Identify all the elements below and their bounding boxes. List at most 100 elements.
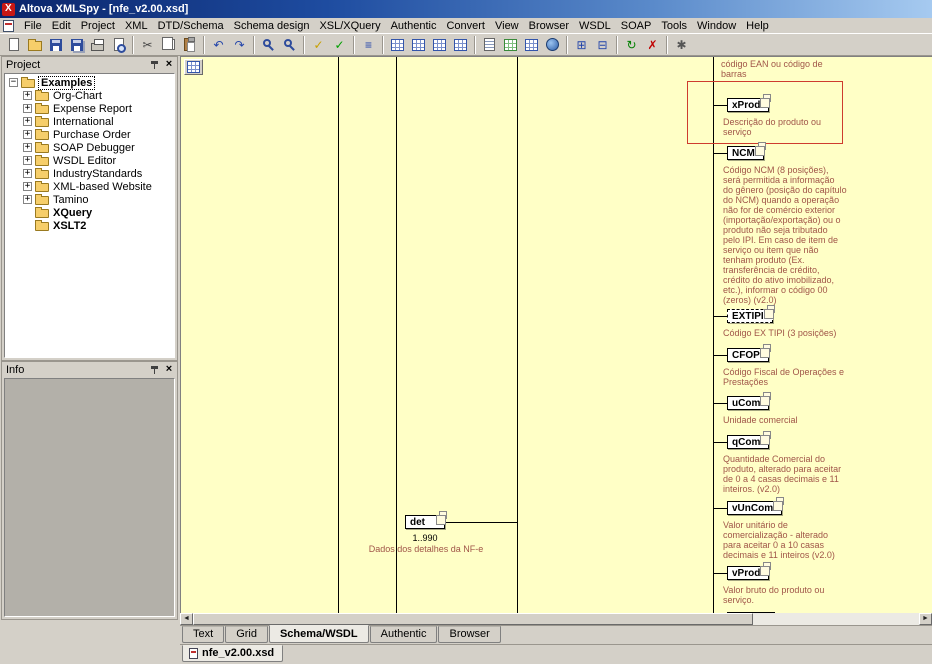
validate-button[interactable]: ✓ bbox=[329, 35, 350, 54]
pin-icon[interactable] bbox=[149, 59, 161, 71]
menu-file[interactable]: File bbox=[19, 19, 47, 33]
menu-authentic[interactable]: Authentic bbox=[386, 19, 442, 33]
text-view-button[interactable] bbox=[479, 35, 500, 54]
schema-element-vuncom[interactable]: vUnCom bbox=[727, 501, 782, 515]
menu-window[interactable]: Window bbox=[692, 19, 741, 33]
menu-help[interactable]: Help bbox=[741, 19, 774, 33]
save-all-button[interactable] bbox=[66, 35, 87, 54]
tree-item-industrystandards[interactable]: +IndustryStandards bbox=[5, 167, 174, 180]
schema-element-cfop[interactable]: CFOP bbox=[727, 348, 769, 362]
tab-grid[interactable]: Grid bbox=[225, 626, 268, 643]
document-icon[interactable] bbox=[3, 20, 14, 32]
tree-item-purchase-order[interactable]: +Purchase Order bbox=[5, 128, 174, 141]
expand-toggle-icon[interactable]: + bbox=[23, 104, 32, 113]
insert-row-button[interactable] bbox=[408, 35, 429, 54]
schema-element-qcom[interactable]: qCom bbox=[727, 435, 769, 449]
paste-button[interactable] bbox=[179, 35, 200, 54]
menu-project[interactable]: Project bbox=[76, 19, 120, 33]
tree-item-wsdl-editor[interactable]: +WSDL Editor bbox=[5, 154, 174, 167]
refresh-button[interactable]: ↻ bbox=[621, 35, 642, 54]
expand-toggle-icon[interactable]: + bbox=[23, 195, 32, 204]
schema-element-ncm[interactable]: NCM bbox=[727, 146, 764, 160]
print-button[interactable] bbox=[87, 35, 108, 54]
schema-design-view-button[interactable] bbox=[521, 35, 542, 54]
menu-edit[interactable]: Edit bbox=[47, 19, 76, 33]
close-icon[interactable] bbox=[163, 59, 175, 71]
schema-element-extipi[interactable]: EXTIPI bbox=[727, 309, 773, 323]
undo-button[interactable]: ↶ bbox=[208, 35, 229, 54]
tab-browser[interactable]: Browser bbox=[438, 626, 500, 643]
tree-item-expense-report[interactable]: +Expense Report bbox=[5, 102, 174, 115]
pretty-print-button[interactable]: ≡ bbox=[358, 35, 379, 54]
menu-wsdl[interactable]: WSDL bbox=[574, 19, 616, 33]
tree-item-org-chart[interactable]: +Org-Chart bbox=[5, 89, 174, 102]
new-document-button[interactable] bbox=[3, 35, 24, 54]
find-next-button[interactable] bbox=[279, 35, 300, 54]
schema-element-xprod[interactable]: xProd bbox=[727, 98, 769, 112]
expand-toggle-icon[interactable]: + bbox=[23, 91, 32, 100]
tree-item-soap-debugger[interactable]: +SOAP Debugger bbox=[5, 141, 174, 154]
scroll-right-arrow-icon[interactable]: ► bbox=[919, 613, 932, 625]
stop-load-button[interactable]: ✗ bbox=[642, 35, 663, 54]
file-tab-nfe-v2-00-xsd[interactable]: nfe_v2.00.xsd bbox=[182, 645, 283, 662]
menu-browser[interactable]: Browser bbox=[524, 19, 574, 33]
find-next-icon bbox=[284, 39, 292, 47]
menu-schema-design[interactable]: Schema design bbox=[229, 19, 315, 33]
expand-toggle-icon[interactable]: + bbox=[23, 143, 32, 152]
stop-load-icon: ✗ bbox=[647, 39, 657, 51]
tree-item-xslt2[interactable]: XSLT2 bbox=[5, 219, 174, 232]
insert-column-button[interactable] bbox=[429, 35, 450, 54]
open-file-button[interactable] bbox=[24, 35, 45, 54]
menu-soap[interactable]: SOAP bbox=[616, 19, 657, 33]
menu-xml[interactable]: XML bbox=[120, 19, 153, 33]
pin-icon[interactable] bbox=[149, 364, 161, 376]
check-well-formed-button[interactable]: ✓ bbox=[308, 35, 329, 54]
expand-toggle-icon[interactable]: + bbox=[23, 117, 32, 126]
scroll-left-arrow-icon[interactable]: ◄ bbox=[180, 613, 193, 625]
expand-toggle-icon[interactable]: + bbox=[23, 130, 32, 139]
tab-authentic[interactable]: Authentic bbox=[370, 626, 438, 643]
schema-element-ucom[interactable]: uCom bbox=[727, 396, 769, 410]
tree-item-xquery[interactable]: XQuery bbox=[5, 206, 174, 219]
expand-toggle-icon[interactable]: − bbox=[9, 78, 18, 87]
schema-element-det[interactable]: det bbox=[405, 515, 445, 529]
schema-element-vprod[interactable]: vProd bbox=[727, 566, 769, 580]
cut-button[interactable]: ✂ bbox=[137, 35, 158, 54]
tree-item-xml-based-website[interactable]: +XML-based Website bbox=[5, 180, 174, 193]
collapse-all-button[interactable]: ⊟ bbox=[592, 35, 613, 54]
scrollbar-thumb[interactable] bbox=[193, 613, 753, 625]
expand-toggle-icon[interactable]: + bbox=[23, 169, 32, 178]
expand-all-button[interactable]: ⊞ bbox=[571, 35, 592, 54]
show-globals-button[interactable] bbox=[184, 59, 203, 75]
menu-dtd-schema[interactable]: DTD/Schema bbox=[153, 19, 229, 33]
browser-view-icon bbox=[546, 38, 559, 51]
close-icon[interactable] bbox=[163, 364, 175, 376]
browser-view-button[interactable] bbox=[542, 35, 563, 54]
tree-item-label: Tamino bbox=[53, 194, 88, 206]
connector-line bbox=[713, 442, 727, 443]
schema-design-canvas[interactable]: código EAN ou código de barras det 1..99… bbox=[180, 56, 932, 613]
tree-item-examples[interactable]: −Examples bbox=[5, 76, 174, 89]
menu-xsl-xquery[interactable]: XSL/XQuery bbox=[314, 19, 385, 33]
find-button[interactable] bbox=[258, 35, 279, 54]
print-preview-button[interactable] bbox=[108, 35, 129, 54]
tree-item-international[interactable]: +International bbox=[5, 115, 174, 128]
menu-view[interactable]: View bbox=[490, 19, 524, 33]
display-as-table-button[interactable] bbox=[450, 35, 471, 54]
app-logo-icon[interactable] bbox=[2, 3, 15, 16]
tree-item-tamino[interactable]: + Tamino bbox=[5, 193, 174, 206]
xml-table-view-button[interactable] bbox=[387, 35, 408, 54]
menu-tools[interactable]: Tools bbox=[656, 19, 692, 33]
expand-toggle-icon[interactable]: + bbox=[23, 182, 32, 191]
menu-convert[interactable]: Convert bbox=[441, 19, 490, 33]
save-all-icon bbox=[71, 39, 83, 51]
complex-type-icon bbox=[439, 511, 447, 519]
save-button[interactable] bbox=[45, 35, 66, 54]
expand-toggle-icon[interactable]: + bbox=[23, 156, 32, 165]
enhanced-grid-view-button[interactable] bbox=[500, 35, 521, 54]
copy-button[interactable] bbox=[158, 35, 179, 54]
options-button[interactable]: ✱ bbox=[671, 35, 692, 54]
tab-schema-wsdl[interactable]: Schema/WSDL bbox=[269, 625, 369, 643]
redo-button[interactable]: ↷ bbox=[229, 35, 250, 54]
tab-text[interactable]: Text bbox=[182, 626, 224, 643]
